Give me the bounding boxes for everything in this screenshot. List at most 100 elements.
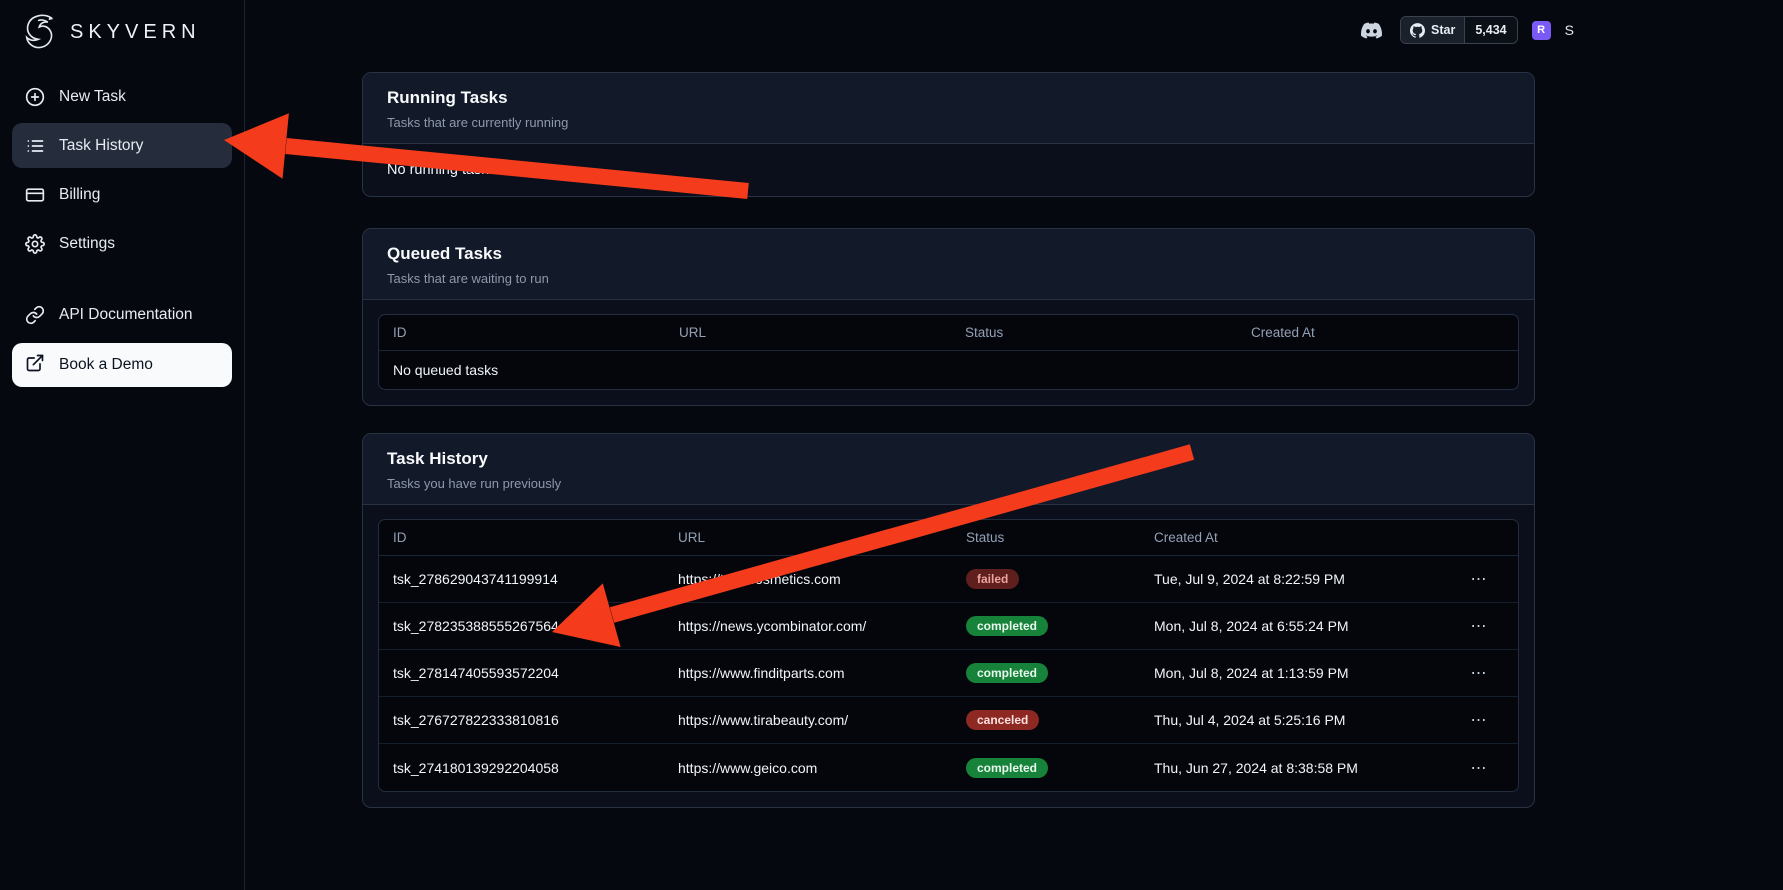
task-history-table: ID URL Status Created At tsk_27862904374…	[378, 519, 1519, 792]
column-header-id: ID	[379, 325, 665, 340]
table-row[interactable]: tsk_276727822333810816 https://www.tirab…	[379, 697, 1518, 744]
task-created-cell: Mon, Jul 8, 2024 at 1:13:59 PM	[1140, 665, 1462, 681]
avatar[interactable]: R	[1532, 21, 1551, 40]
column-header-status: Status	[951, 325, 1237, 340]
column-header-id: ID	[379, 530, 664, 545]
queued-tasks-empty: No queued tasks	[379, 351, 1518, 389]
task-history-rows: tsk_278629043741199914 https://tartecosm…	[379, 556, 1518, 791]
task-actions-cell: ⋯	[1462, 613, 1518, 639]
queued-tasks-table: ID URL Status Created At No queued tasks	[378, 314, 1519, 390]
sidebar-item-api-documentation[interactable]: API Documentation	[12, 292, 232, 337]
column-header-created-at: Created At	[1237, 325, 1518, 340]
task-status-cell: completed	[952, 758, 1140, 778]
link-icon	[25, 305, 45, 325]
task-id-cell: tsk_276727822333810816	[379, 712, 664, 728]
status-badge: completed	[966, 616, 1048, 636]
credit-card-icon	[25, 185, 45, 205]
row-actions-button[interactable]: ⋯	[1462, 755, 1496, 781]
task-status-cell: completed	[952, 616, 1140, 636]
card-title: Queued Tasks	[387, 244, 1510, 264]
table-row[interactable]: tsk_278235388555267564 https://news.ycom…	[379, 603, 1518, 650]
task-status-cell: failed	[952, 569, 1140, 589]
gear-icon	[25, 234, 45, 254]
table-header-row: ID URL Status Created At	[379, 315, 1518, 351]
github-star-count: 5,434	[1464, 17, 1516, 43]
task-created-cell: Thu, Jul 4, 2024 at 5:25:16 PM	[1140, 712, 1462, 728]
table-row[interactable]: tsk_274180139292204058 https://www.geico…	[379, 744, 1518, 791]
demo-button-label: Book a Demo	[59, 356, 153, 374]
task-id-cell: tsk_278235388555267564	[379, 618, 664, 634]
card-title: Running Tasks	[387, 88, 1510, 108]
status-badge: canceled	[966, 710, 1039, 730]
sidebar-item-label: Billing	[59, 186, 100, 204]
book-a-demo-button[interactable]: Book a Demo	[12, 343, 232, 387]
status-badge: completed	[966, 663, 1048, 683]
card-subtitle: Tasks that are waiting to run	[387, 271, 1510, 286]
task-actions-cell: ⋯	[1462, 707, 1518, 733]
card-subtitle: Tasks that are currently running	[387, 115, 1510, 130]
task-created-cell: Mon, Jul 8, 2024 at 6:55:24 PM	[1140, 618, 1462, 634]
topbar-actions: Star 5,434 R S	[1358, 14, 1574, 46]
task-url-cell: https://tartecosmetics.com	[664, 571, 952, 587]
table-header-row: ID URL Status Created At	[379, 520, 1518, 556]
card-title: Task History	[387, 449, 1510, 469]
status-badge: completed	[966, 758, 1048, 778]
queued-tasks-content: ID URL Status Created At No queued tasks	[363, 300, 1534, 405]
task-history-header: Task History Tasks you have run previous…	[363, 434, 1534, 505]
github-star-segment: Star	[1401, 17, 1464, 43]
row-actions-button[interactable]: ⋯	[1462, 660, 1496, 686]
running-tasks-header: Running Tasks Tasks that are currently r…	[363, 73, 1534, 144]
sidebar-separator	[0, 270, 244, 288]
task-id-cell: tsk_274180139292204058	[379, 760, 664, 776]
task-actions-cell: ⋯	[1462, 755, 1518, 781]
sidebar-nav: New Task Task History Billing Settings	[0, 62, 244, 387]
sidebar-item-new-task[interactable]: New Task	[12, 74, 232, 119]
sidebar-item-billing[interactable]: Billing	[12, 172, 232, 217]
github-star-label: Star	[1431, 23, 1455, 37]
sidebar-item-label: Task History	[59, 137, 143, 155]
task-id-cell: tsk_278629043741199914	[379, 571, 664, 587]
queued-tasks-header: Queued Tasks Tasks that are waiting to r…	[363, 229, 1534, 300]
row-actions-button[interactable]: ⋯	[1462, 566, 1496, 592]
list-icon	[25, 136, 45, 156]
running-tasks-card: Running Tasks Tasks that are currently r…	[362, 72, 1535, 197]
task-id-cell: tsk_278147405593572204	[379, 665, 664, 681]
skyvern-logo-icon	[18, 10, 62, 54]
brand: SKYVERN	[0, 0, 244, 62]
table-row[interactable]: tsk_278147405593572204 https://www.findi…	[379, 650, 1518, 697]
task-url-cell: https://news.ycombinator.com/	[664, 618, 952, 634]
task-history-card: Task History Tasks you have run previous…	[362, 433, 1535, 808]
sidebar-item-label: Settings	[59, 235, 115, 253]
task-actions-cell: ⋯	[1462, 660, 1518, 686]
table-row[interactable]: tsk_278629043741199914 https://tartecosm…	[379, 556, 1518, 603]
column-header-status: Status	[952, 530, 1140, 545]
external-link-icon	[25, 353, 45, 378]
task-created-cell: Thu, Jun 27, 2024 at 8:38:58 PM	[1140, 760, 1462, 776]
task-url-cell: https://www.finditparts.com	[664, 665, 952, 681]
queued-tasks-card: Queued Tasks Tasks that are waiting to r…	[362, 228, 1535, 406]
discord-icon[interactable]	[1358, 19, 1386, 41]
github-star-button[interactable]: Star 5,434	[1400, 16, 1518, 44]
sidebar-item-label: API Documentation	[59, 306, 193, 324]
task-created-cell: Tue, Jul 9, 2024 at 8:22:59 PM	[1140, 571, 1462, 587]
sidebar-item-label: New Task	[59, 88, 126, 106]
sidebar-item-settings[interactable]: Settings	[12, 221, 232, 266]
sidebar: SKYVERN New Task Task History Billing S	[0, 0, 245, 890]
column-header-url: URL	[665, 325, 951, 340]
plus-circle-icon	[25, 87, 45, 107]
task-actions-cell: ⋯	[1462, 566, 1518, 592]
column-header-url: URL	[664, 530, 952, 545]
sidebar-item-task-history[interactable]: Task History	[12, 123, 232, 168]
task-history-content: ID URL Status Created At tsk_27862904374…	[363, 505, 1534, 807]
row-actions-button[interactable]: ⋯	[1462, 707, 1496, 733]
github-icon	[1410, 23, 1425, 38]
column-header-created-at: Created At	[1140, 530, 1462, 545]
task-status-cell: completed	[952, 663, 1140, 683]
brand-name: SKYVERN	[70, 21, 201, 44]
row-actions-button[interactable]: ⋯	[1462, 613, 1496, 639]
card-subtitle: Tasks you have run previously	[387, 476, 1510, 491]
running-tasks-empty: No running tasks	[363, 144, 1534, 196]
status-badge: failed	[966, 569, 1019, 589]
task-url-cell: https://www.tirabeauty.com/	[664, 712, 952, 728]
truncated-username: S	[1565, 22, 1574, 38]
